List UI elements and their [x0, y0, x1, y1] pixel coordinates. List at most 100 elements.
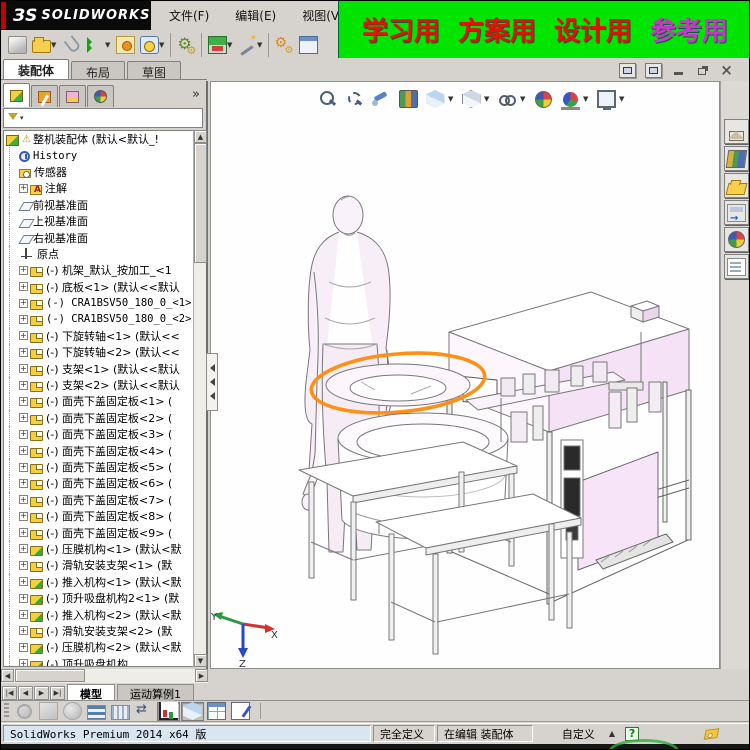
assembly-3d-model[interactable]: Y X Z [211, 82, 719, 668]
dock-right-button[interactable] [645, 62, 662, 78]
tree-item[interactable]: + (-) 面壳下盖固定板<6> ( [4, 475, 193, 492]
restore-button[interactable] [695, 63, 710, 77]
task-pane-button[interactable] [724, 200, 749, 225]
panel-tab[interactable] [31, 85, 58, 107]
chevron-down-icon[interactable]: ▼ [583, 95, 591, 103]
custom-menu[interactable]: 自定义 ▲ [562, 726, 615, 742]
toolbar-button[interactable] [137, 33, 161, 57]
next-tab-button[interactable]: ▶ [34, 686, 49, 700]
tree-item[interactable]: + (-) 面壳下盖固定板<2> ( [4, 409, 193, 427]
expand-plus-icon[interactable]: + [19, 511, 28, 521]
expand-plus-icon[interactable]: + [19, 331, 28, 341]
menu-file[interactable]: 文件(F) [169, 7, 209, 24]
tree-item[interactable]: + (-) CRA1BSV50_180_0_<1> [4, 294, 193, 312]
tree-item[interactable]: + (-) 面壳下盖固定板<8> ( [4, 507, 193, 525]
expand-plus-icon[interactable]: + [19, 495, 28, 505]
tree-item[interactable]: + 注解 [4, 180, 193, 197]
view-toolbar-button[interactable] [315, 87, 339, 111]
task-pane-button[interactable] [724, 173, 749, 198]
commandmanager-tab[interactable]: 草图 [127, 61, 182, 80]
tree-item[interactable]: + (-) 面壳下盖固定板<7> ( [4, 491, 193, 508]
toolbar-button[interactable] [296, 33, 320, 57]
motion-toolbar-button[interactable] [61, 702, 84, 721]
toolbar-button[interactable] [113, 33, 137, 57]
scroll-thumb[interactable] [194, 143, 207, 263]
tree-horizontal-scrollbar[interactable]: ◀ ▶ [1, 669, 208, 683]
close-button[interactable]: × [719, 63, 734, 78]
expand-plus-icon[interactable]: + [19, 593, 28, 603]
toolbar-button[interactable] [83, 33, 107, 57]
expand-plus-icon[interactable]: + [19, 610, 28, 620]
expand-plus-icon[interactable]: + [19, 478, 28, 488]
toolbar-button[interactable] [5, 33, 29, 57]
menu-edit[interactable]: 编辑(E) [235, 7, 276, 24]
view-toolbar-button[interactable] [594, 87, 618, 111]
dock-left-button[interactable] [619, 62, 636, 78]
prev-tab-button[interactable]: ◀ [18, 686, 33, 700]
motion-toolbar-button[interactable] [13, 702, 36, 721]
tree-item[interactable]: + (-) 面壳下盖固定板<3> ( [4, 426, 193, 443]
tree-vertical-scrollbar[interactable]: ▲ ▼ [193, 130, 207, 667]
toolbar-button[interactable] [29, 33, 53, 57]
expand-plus-icon[interactable]: + [19, 544, 28, 554]
view-toolbar-button[interactable] [369, 87, 393, 111]
task-pane-button[interactable] [724, 146, 749, 171]
motion-toolbar-button[interactable] [181, 701, 204, 721]
expand-plus-icon[interactable]: + [19, 413, 28, 423]
tree-item[interactable]: 传感器 [4, 163, 193, 181]
chevron-down-icon[interactable]: ▼ [484, 95, 492, 103]
view-toolbar-button[interactable] [531, 87, 555, 111]
expand-plus-icon[interactable]: + [19, 462, 28, 472]
tree-item[interactable]: + (-) 推入机构<2> (默认<默 [4, 606, 193, 623]
expand-plus-icon[interactable]: + [19, 298, 28, 308]
expand-plus-icon[interactable]: + [19, 183, 28, 193]
tree-item[interactable]: + (-) CRA1BSV50_180_0_<2> [4, 311, 193, 328]
view-toolbar-button[interactable] [423, 87, 447, 111]
view-toolbar-button[interactable] [396, 87, 420, 111]
tree-item[interactable]: 原点 [4, 245, 193, 263]
expand-plus-icon[interactable]: + [19, 626, 28, 636]
minimize-button[interactable] [671, 63, 686, 77]
motion-toolbar-button[interactable] [133, 702, 156, 721]
expand-plus-icon[interactable]: + [19, 528, 28, 538]
tree-item[interactable]: 右视基准面 [4, 229, 193, 246]
motion-toolbar-button[interactable] [205, 702, 228, 721]
panel-tab[interactable] [87, 85, 114, 107]
tree-item[interactable]: + (-) 顶升吸盘机构 [4, 655, 193, 666]
tree-item[interactable]: + (-) 支架<2> (默认<<默认 [4, 376, 193, 394]
tree-item[interactable]: + (-) 压膜机构<2> (默认<默 [4, 639, 193, 656]
expand-plus-icon[interactable]: + [19, 380, 28, 390]
expand-plus-icon[interactable]: + [19, 429, 28, 439]
motion-toolbar-button[interactable] [229, 702, 252, 721]
chevron-down-icon[interactable]: ▼ [619, 95, 627, 103]
chevron-down-icon[interactable]: ▼ [520, 95, 528, 103]
toolbar-button[interactable] [235, 33, 259, 57]
tree-item[interactable]: + (-) 面壳下盖固定板<4> ( [4, 442, 193, 459]
tree-item[interactable]: + (-) 面壳下盖固定板<1> ( [4, 393, 193, 410]
expand-plus-icon[interactable]: + [19, 577, 28, 587]
panel-tab[interactable] [59, 85, 86, 107]
tree-filter-bar[interactable]: ▾ [3, 108, 203, 128]
expand-plus-icon[interactable]: + [19, 364, 28, 374]
tree-item[interactable]: + (-) 推入机构<1> (默认<默 [4, 573, 193, 590]
expand-plus-icon[interactable]: + [19, 396, 28, 406]
view-toolbar-button[interactable] [459, 87, 483, 111]
motion-toolbar-button[interactable] [85, 702, 108, 721]
tree-item[interactable]: + (-) 压膜机构<1> (默认<默 [4, 540, 193, 558]
scroll-up-button[interactable]: ▲ [194, 130, 207, 143]
panel-splitter-handle[interactable] [206, 353, 218, 411]
toolbar-button[interactable] [170, 32, 198, 57]
chevron-down-icon[interactable]: ▾ [20, 114, 24, 122]
tree-item[interactable]: 前视基准面 [4, 196, 193, 213]
tree-item[interactable]: + (-) 面壳下盖固定板<9> ( [4, 524, 193, 541]
expand-plus-icon[interactable]: + [19, 265, 28, 275]
chevron-up-icon[interactable]: ▲ [609, 729, 615, 738]
scroll-left-button[interactable]: ◀ [1, 669, 14, 682]
tree-item[interactable]: + (-) 下旋转轴<2> (默认<< [4, 344, 193, 361]
chevron-down-icon[interactable]: ▼ [448, 95, 456, 103]
tab-model[interactable]: 模型 [67, 684, 115, 701]
tree-item[interactable]: History [4, 147, 193, 164]
task-pane-button[interactable] [724, 227, 749, 252]
panel-tab[interactable] [3, 83, 30, 107]
motion-toolbar-button[interactable] [109, 702, 132, 721]
